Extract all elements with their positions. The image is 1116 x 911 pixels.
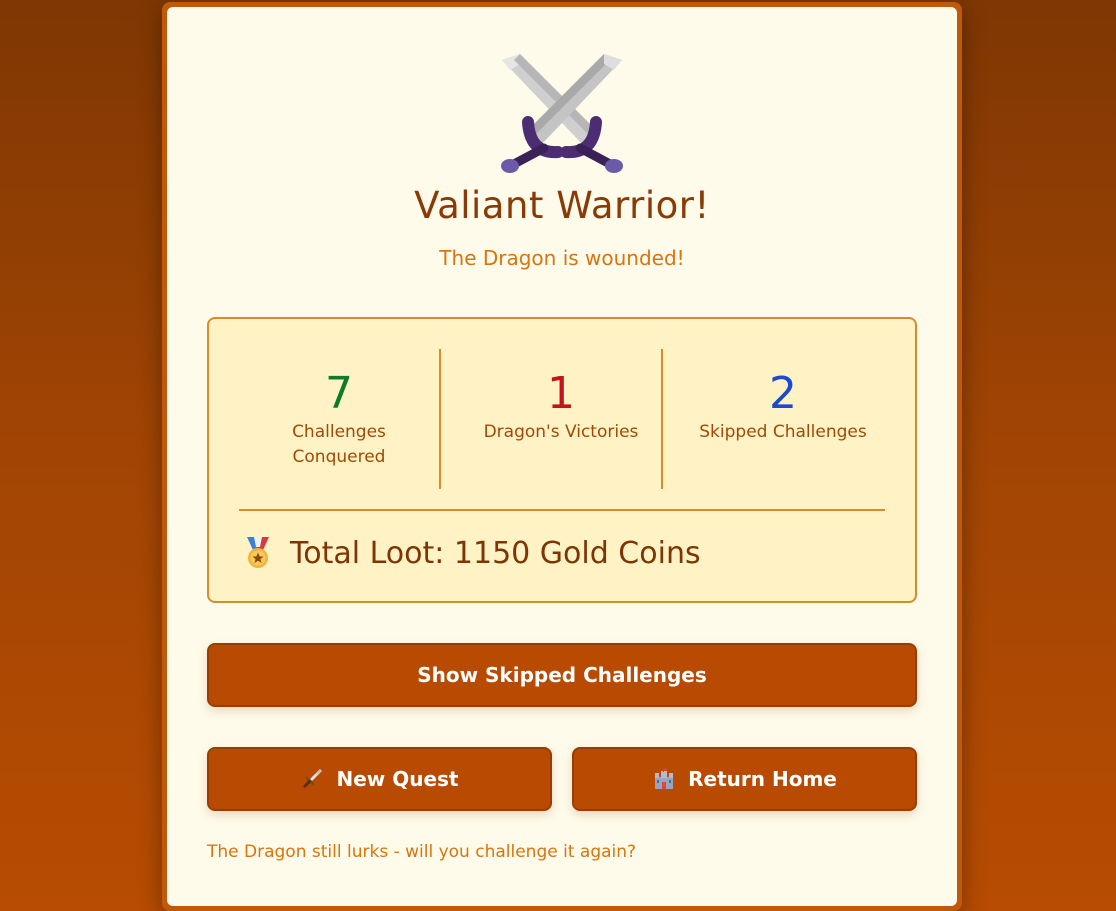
stat-label: Dragon's Victories [483,422,639,442]
button-label: Return Home [688,767,837,791]
stat-dragon-victories: 1 Dragon's Victories [450,350,672,445]
footer-message: The Dragon still lurks - will you challe… [207,842,637,862]
button-label: Show Skipped Challenges [417,663,707,687]
stats-divider [439,349,441,489]
stat-skipped-challenges: 2 Skipped Challenges [672,350,894,445]
results-subtitle: The Dragon is wounded! [439,246,685,270]
stat-label: Challenges Conquered [292,422,386,467]
stat-value: 7 [325,368,353,419]
stat-challenges-conquered: 7 Challenges Conquered [228,350,450,470]
new-quest-button[interactable]: New Quest [207,747,552,811]
castle-icon [655,768,674,789]
stat-value: 1 [547,368,575,419]
stat-value: 2 [769,368,797,419]
crossed-swords-icon [501,54,623,173]
loot-text: Total Loot: 1150 Gold Coins [290,535,701,571]
button-label: New Quest [336,767,459,791]
medal-icon [247,537,269,568]
total-loot: Total Loot: 1150 Gold Coins [244,533,701,573]
results-title: Valiant Warrior! [414,184,710,227]
show-skipped-challenges-button[interactable]: Show Skipped Challenges [207,643,917,707]
stat-label: Skipped Challenges [699,422,867,442]
dagger-icon [301,769,323,790]
stats-divider [661,349,663,489]
loot-divider [239,509,885,511]
return-home-button[interactable]: Return Home [572,747,917,811]
